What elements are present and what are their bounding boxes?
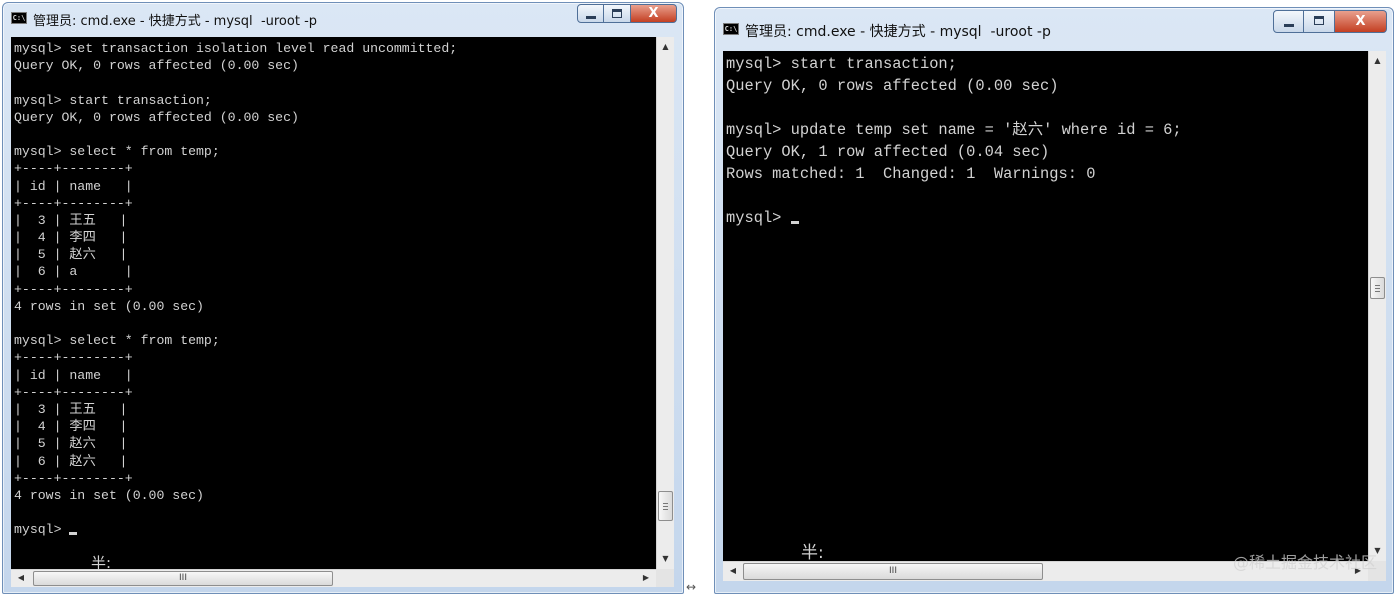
left-horizontal-scrollbar[interactable]: ◀ III ▶ (11, 569, 656, 587)
right-console-window: C:\ 管理员: cmd.exe - 快捷方式 - mysql -uroot -… (714, 7, 1394, 594)
console-line: mysql> start transaction; (726, 55, 957, 73)
scroll-left-arrow-icon[interactable]: ◀ (725, 562, 741, 581)
right-ime-status: 半: (801, 543, 824, 563)
console-line: +----+--------+ (14, 384, 133, 400)
console-line: | 3 | 王五 | (14, 212, 128, 228)
console-line: | id | name | (14, 367, 133, 383)
right-maximize-button[interactable] (1304, 10, 1335, 33)
scroll-up-arrow-icon[interactable]: ▲ (657, 39, 674, 55)
console-line: Query OK, 0 rows affected (0.00 sec) (14, 58, 299, 74)
scroll-right-arrow-icon[interactable]: ▶ (638, 570, 654, 587)
console-line: mysql> select * from temp; (14, 333, 220, 349)
grip-line (1375, 288, 1380, 289)
console-line: | 5 | 赵六 | (14, 436, 128, 452)
right-console-output[interactable]: mysql> start transaction; Query OK, 0 row… (723, 51, 1368, 561)
console-line: | 4 | 李四 | (14, 419, 128, 435)
console-line: Rows matched: 1 Changed: 1 Warnings: 0 (726, 165, 1096, 183)
console-line: mysql> select * from temp; (14, 144, 220, 160)
left-window-controls: X (577, 4, 677, 23)
console-line: mysql> start transaction; (14, 92, 212, 108)
left-console-output[interactable]: mysql> set transaction isolation level r… (11, 37, 656, 569)
console-line: +----+--------+ (14, 350, 133, 366)
scroll-left-arrow-icon[interactable]: ◀ (13, 570, 29, 587)
console-line: Query OK, 0 rows affected (0.00 sec) (726, 77, 1059, 95)
scroll-up-arrow-icon[interactable]: ▲ (1369, 53, 1386, 69)
right-title-bar[interactable]: C:\ 管理员: cmd.exe - 快捷方式 - mysql -uroot -… (715, 8, 1393, 46)
left-minimize-button[interactable] (577, 4, 604, 23)
right-vertical-scroll-thumb[interactable] (1370, 277, 1385, 299)
left-vertical-scrollbar[interactable]: ▲ ▼ (656, 37, 674, 569)
left-window-title: 管理员: cmd.exe - 快捷方式 - mysql -uroot -p (33, 14, 318, 29)
close-icon: X (648, 6, 659, 21)
console-line: +----+--------+ (14, 281, 133, 297)
left-maximize-button[interactable] (604, 4, 631, 23)
console-line: +----+--------+ (14, 161, 133, 177)
maximize-icon (1314, 16, 1324, 25)
grip-line (663, 509, 668, 510)
console-line: | 6 | a | (14, 264, 133, 280)
left-close-button[interactable]: X (631, 4, 677, 23)
maximize-icon (612, 9, 622, 18)
console-line: 4 rows in set (0.00 sec) (14, 298, 204, 314)
scroll-down-arrow-icon[interactable]: ▼ (657, 551, 674, 567)
text-cursor (69, 532, 78, 536)
grip-line (1375, 291, 1380, 292)
right-window-controls: X (1273, 10, 1387, 33)
text-cursor (790, 221, 799, 224)
cmd-app-icon[interactable]: C:\ (11, 12, 27, 24)
console-line: mysql> (14, 521, 656, 538)
right-horizontal-scroll-thumb[interactable]: III (743, 563, 1043, 580)
console-line: | 3 | 王五 | (14, 401, 128, 417)
right-vertical-scrollbar[interactable]: ▲ ▼ (1368, 51, 1386, 561)
left-console-window: C:\ 管理员: cmd.exe - 快捷方式 - mysql -uroot -… (2, 2, 684, 594)
console-line: +----+--------+ (14, 195, 133, 211)
right-close-button[interactable]: X (1335, 10, 1387, 33)
cmd-app-icon[interactable]: C:\ (723, 23, 739, 35)
right-minimize-button[interactable] (1273, 10, 1304, 33)
right-window-title: 管理员: cmd.exe - 快捷方式 - mysql -uroot -p (745, 24, 1051, 40)
minimize-icon (586, 16, 596, 19)
console-line: +----+--------+ (14, 470, 133, 486)
left-vertical-scroll-thumb[interactable] (658, 491, 673, 521)
watermark-text: @稀土掘金技术社区 (1232, 553, 1377, 572)
console-line: mysql> (726, 207, 1368, 229)
grip-line (663, 506, 668, 507)
console-line: mysql> set transaction isolation level r… (14, 41, 458, 56)
console-line: 4 rows in set (0.00 sec) (14, 487, 204, 503)
console-line: mysql> update temp set name = '赵六' where… (726, 121, 1182, 139)
close-icon: X (1355, 14, 1366, 29)
console-line: Query OK, 0 rows affected (0.00 sec) (14, 109, 299, 125)
console-line: | 6 | 赵六 | (14, 453, 128, 469)
console-line: | 4 | 李四 | (14, 230, 128, 246)
resize-arrow-icon: ↔ (686, 580, 697, 594)
left-title-bar[interactable]: C:\ 管理员: cmd.exe - 快捷方式 - mysql -uroot -… (3, 3, 683, 33)
console-line: | id | name | (14, 178, 133, 194)
grip-line (1375, 285, 1380, 286)
left-horizontal-scroll-thumb[interactable]: III (33, 571, 333, 586)
console-line: Query OK, 1 row affected (0.04 sec) (726, 143, 1050, 161)
console-line: | 5 | 赵六 | (14, 247, 128, 263)
grip-line (663, 503, 668, 504)
minimize-icon (1284, 24, 1294, 27)
scrollbar-corner (656, 569, 674, 587)
